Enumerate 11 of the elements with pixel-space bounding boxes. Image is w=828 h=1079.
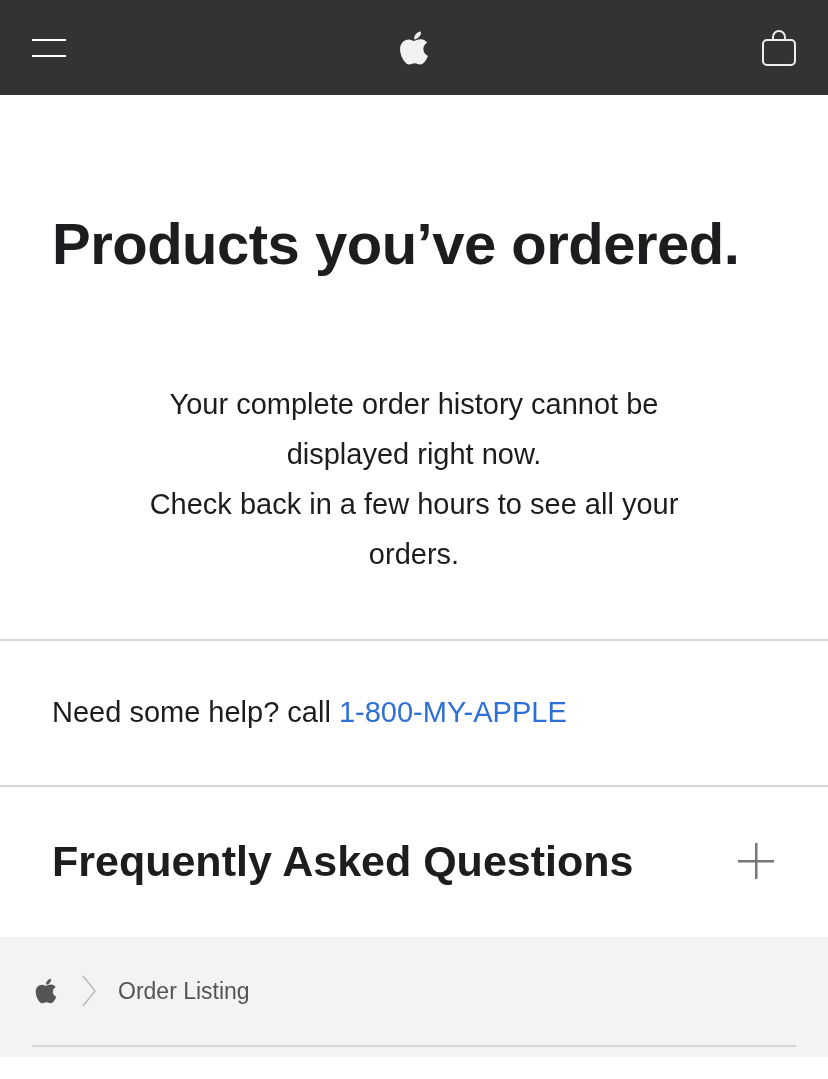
breadcrumb-item[interactable]: Order Listing bbox=[118, 977, 250, 1005]
help-text: Need some help? call 1-800-MY-APPLE bbox=[51, 695, 568, 730]
notice-text: Your complete order history cannot be displayed right now. bbox=[168, 387, 660, 472]
plus-icon[interactable] bbox=[738, 843, 774, 879]
page-title: Products you’ve ordered. bbox=[51, 210, 741, 278]
shopping-bag-icon[interactable] bbox=[762, 29, 796, 66]
menu-icon[interactable] bbox=[32, 38, 66, 57]
chevron-icon bbox=[82, 975, 96, 1007]
faq-heading[interactable]: Frequently Asked Questions bbox=[52, 833, 634, 889]
phone-link[interactable]: 1-800-MY-APPLE bbox=[338, 696, 567, 728]
notice-text: Check back in a few hours to see all your orders. bbox=[148, 487, 680, 572]
